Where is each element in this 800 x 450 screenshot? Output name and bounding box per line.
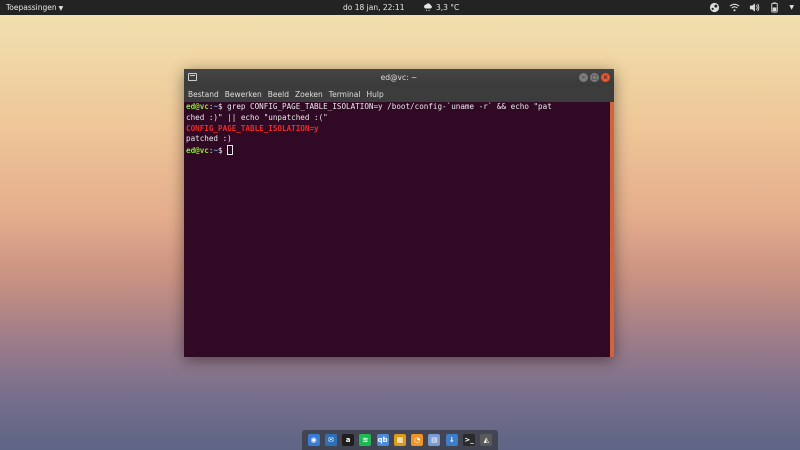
menu-terminal[interactable]: Terminal xyxy=(329,90,361,99)
terminal-icon[interactable]: >_ xyxy=(463,434,476,446)
qbittorrent-icon[interactable]: qb xyxy=(376,434,389,446)
applications-menu[interactable]: Toepassingen ▼ xyxy=(6,3,63,12)
scrollbar[interactable] xyxy=(610,102,614,357)
rss-reader-icon[interactable]: ◔ xyxy=(411,434,424,446)
menu-bar: Bestand Bewerken Beeld Zoeken Terminal H… xyxy=(184,86,614,102)
dock: ◉ ✉ a ≋ qb ▦ ◔ ▤ ↓ >_ ◭ xyxy=(302,430,498,450)
prompt-user: ed@vc xyxy=(186,146,209,156)
text-cursor xyxy=(227,145,234,156)
temperature: 3,3 °C xyxy=(436,3,460,12)
terminal-line: ed@vc:~$ grep CONFIG_PAGE_TABLE_ISOLATIO… xyxy=(186,102,552,111)
applications-label: Toepassingen xyxy=(6,3,57,12)
chevron-down-icon: ▼ xyxy=(58,5,64,12)
weather-indicator[interactable]: 3,3 °C xyxy=(423,2,459,12)
terminal-output[interactable]: ed@vc:~$ grep CONFIG_PAGE_TABLE_ISOLATIO… xyxy=(184,102,610,357)
tray-menu-chevron-icon[interactable]: ▼ xyxy=(789,4,794,11)
thunderbird-icon[interactable]: ✉ xyxy=(324,434,337,446)
prompt-end: $ xyxy=(218,102,228,111)
prompt-end: $ xyxy=(218,146,228,156)
menu-beeld[interactable]: Beeld xyxy=(268,90,289,99)
system-tray[interactable]: ▼ xyxy=(709,2,794,13)
menu-bewerken[interactable]: Bewerken xyxy=(225,90,262,99)
grep-match-output: CONFIG_PAGE_TABLE_ISOLATION=y xyxy=(186,123,319,133)
window-title: ed@vc: ~ xyxy=(380,73,418,82)
spotify-icon[interactable]: ≋ xyxy=(359,434,372,446)
volume-icon[interactable] xyxy=(749,2,760,13)
terminal-window[interactable]: ed@vc: ~ – □ × Bestand Bewerken Beeld Zo… xyxy=(184,69,614,357)
prompt-user: ed@vc xyxy=(186,102,209,111)
command-text: grep CONFIG_PAGE_TABLE_ISOLATION=y /boot… xyxy=(227,102,552,111)
clock[interactable]: do 18 jan, 22:11 xyxy=(343,3,404,12)
puzzle-app-icon[interactable]: ▦ xyxy=(393,434,406,446)
download-icon[interactable]: ↓ xyxy=(445,434,458,446)
close-button[interactable]: × xyxy=(601,73,610,82)
minimize-button[interactable]: – xyxy=(579,73,588,82)
battery-icon[interactable] xyxy=(769,2,780,13)
top-bar: Toepassingen ▼ do 18 jan, 22:11 3,3 °C ▼ xyxy=(0,0,800,15)
window-titlebar[interactable]: ed@vc: ~ – □ × xyxy=(184,69,614,86)
steam-icon[interactable] xyxy=(709,2,720,13)
menu-zoeken[interactable]: Zoeken xyxy=(295,90,323,99)
result-output: patched :) xyxy=(186,134,232,144)
anbox-icon[interactable]: a xyxy=(342,434,355,446)
terminal-line: ed@vc:~$ xyxy=(186,145,234,156)
cloud-snow-icon xyxy=(424,3,432,11)
gpu-app-icon[interactable]: ◭ xyxy=(480,434,493,446)
notes-icon[interactable]: ▤ xyxy=(428,434,441,446)
menu-bestand[interactable]: Bestand xyxy=(188,90,219,99)
firefox-icon[interactable]: ◉ xyxy=(307,434,320,446)
maximize-button[interactable]: □ xyxy=(590,73,599,82)
menu-hulp[interactable]: Hulp xyxy=(366,90,383,99)
command-continuation: ched :)" || echo "unpatched :(" xyxy=(186,112,328,122)
wifi-icon[interactable] xyxy=(729,2,740,13)
